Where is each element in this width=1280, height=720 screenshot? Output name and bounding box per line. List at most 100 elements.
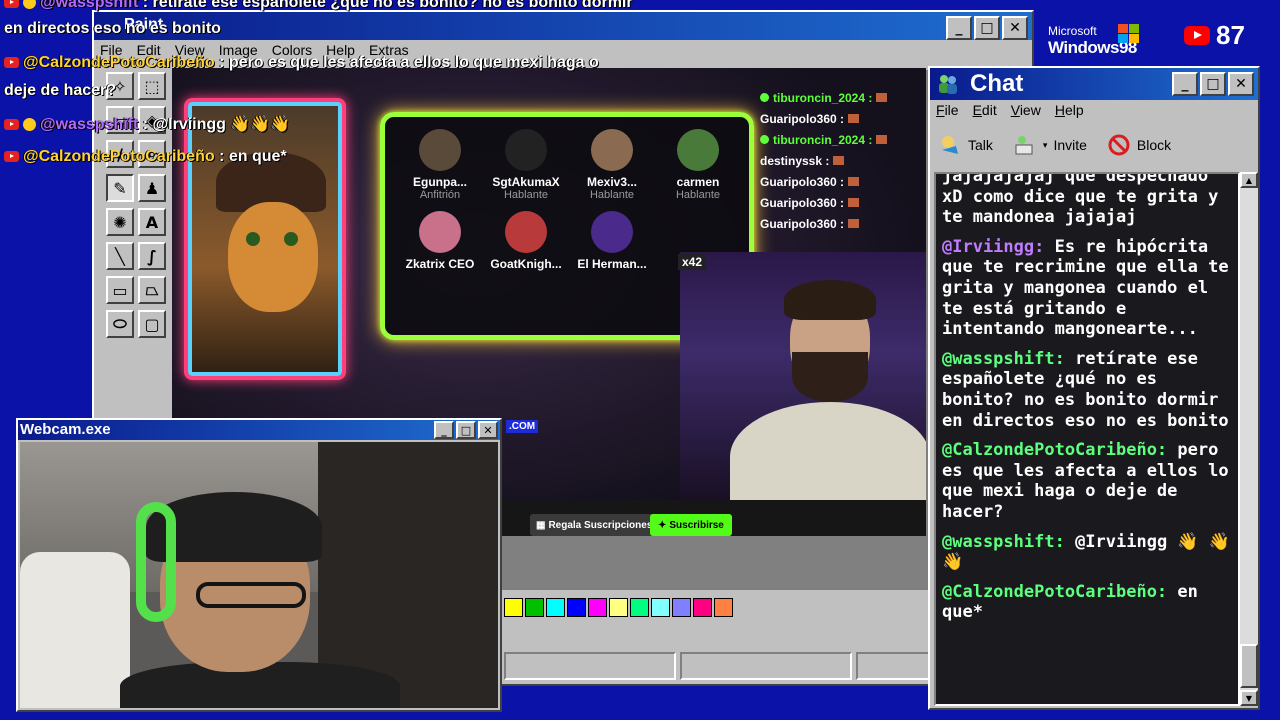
curve-icon[interactable]: ∫ [138, 242, 166, 270]
subscribe-button[interactable]: ✦ Suscribirse [650, 514, 732, 536]
speaker-tile[interactable]: El Herman... [569, 211, 655, 271]
scroll-up-icon[interactable]: ▲ [1240, 172, 1258, 188]
overlay-chat-line: @CalzondePotoCaribeño : en que* [4, 148, 287, 166]
palette-swatch[interactable] [546, 598, 565, 617]
minimize-button[interactable]: _ [1172, 72, 1198, 96]
viewer-count: 87 [1216, 20, 1245, 50]
rectangle-icon[interactable]: ▭ [106, 276, 134, 304]
minimize-button[interactable]: _ [946, 16, 972, 40]
paint-title-bar: Paint _ □ ✕ [94, 12, 1032, 40]
windows98-logo: Microsoft Windows98 [1048, 24, 1139, 58]
polygon-icon[interactable]: ⏢ [138, 276, 166, 304]
chat-message: @wasspshift: retírate ese españolete ¿qu… [942, 349, 1232, 431]
chat-messages: jajajajajaj que despechado xD como dice … [942, 174, 1232, 632]
block-icon [1108, 134, 1130, 156]
maximize-button[interactable]: □ [456, 421, 476, 439]
side-chat-line: Guaripolo360 : [760, 172, 926, 193]
overlay-text: en que* [228, 148, 287, 165]
live-dot-icon [760, 93, 769, 102]
gift-subs-button[interactable]: ▦ Regala Suscripciones [530, 514, 659, 536]
invite-button[interactable]: ▾ Invite [1013, 134, 1087, 156]
menu-help[interactable]: Help [1055, 102, 1084, 118]
palette-swatch[interactable] [714, 598, 733, 617]
speaker-avatar [419, 129, 461, 171]
chat-username[interactable]: @CalzondePotoCaribeño: [942, 582, 1167, 602]
mod-badge-icon [23, 118, 36, 132]
invite-icon [1015, 136, 1033, 155]
block-label: Block [1136, 137, 1172, 153]
maximize-button[interactable]: □ [1200, 72, 1226, 96]
chat-scrollbar[interactable]: ▲ ▼ [1240, 172, 1258, 706]
youtube-icon [4, 57, 19, 69]
palette-swatch[interactable] [693, 598, 712, 617]
chat-username[interactable]: @wasspshift: [942, 349, 1065, 369]
menu-edit[interactable]: Edit [973, 102, 997, 118]
speaker-role: Hablante [589, 189, 635, 201]
palette-swatch[interactable] [609, 598, 628, 617]
emote-icon [876, 93, 888, 102]
close-button[interactable]: ✕ [1228, 72, 1254, 96]
pencil-icon[interactable]: ✎ [106, 174, 134, 202]
glasses [196, 582, 306, 608]
close-button[interactable]: ✕ [1002, 16, 1028, 40]
speaker-tile[interactable]: GoatKnigh... [483, 211, 569, 271]
emote-icon [848, 219, 860, 228]
chat-message-pane[interactable]: jajajajajaj que despechado xD como dice … [934, 172, 1240, 706]
talk-label: Talk [968, 137, 993, 153]
side-chat-line: tiburoncin_2024 : [760, 88, 926, 109]
rounded-rect-icon[interactable]: ▢ [138, 310, 166, 338]
palette-swatch[interactable] [651, 598, 670, 617]
overlay-chat-line: @wasspshift : retírate ese españolete ¿q… [4, 0, 633, 12]
emote-icon [876, 135, 888, 144]
speaker-tile[interactable]: Mexiv3... Hablante [569, 129, 655, 201]
speaker-tile[interactable]: Egunpa... Anfitrión [397, 129, 483, 201]
maximize-button[interactable]: □ [974, 16, 1000, 40]
chat-username[interactable]: @CalzondePotoCaribeño: [942, 440, 1167, 460]
speaker-avatar [591, 211, 633, 253]
menu-view[interactable]: View [1011, 102, 1041, 118]
gaming-chair [20, 552, 130, 708]
minimize-button[interactable]: _ [434, 421, 454, 439]
talk-button[interactable]: Talk [938, 134, 993, 156]
emote-icon [848, 114, 860, 123]
ellipse-icon[interactable]: ⬭ [106, 310, 134, 338]
palette-swatch[interactable] [630, 598, 649, 617]
stream-side-chat: tiburoncin_2024 : Guaripolo360 : tiburonci… [760, 88, 926, 235]
close-button[interactable]: ✕ [478, 421, 498, 439]
speaker-tile[interactable]: carmen Hablante [655, 129, 741, 201]
rect-select-icon[interactable]: ⬚ [138, 72, 166, 100]
chat-username[interactable]: @Irviingg: [942, 237, 1044, 257]
speaker-tile[interactable]: Zkatrix CEO [397, 211, 483, 271]
invite-dropdown-icon: ▾ [1042, 139, 1048, 150]
speaker-avatar [677, 129, 719, 171]
emote-icon [833, 156, 845, 165]
palette-swatch[interactable] [567, 598, 586, 617]
chat-username[interactable]: @wasspshift: [942, 532, 1065, 552]
text-icon[interactable]: A [138, 208, 166, 236]
palette-swatch[interactable] [672, 598, 691, 617]
palette-swatch[interactable] [525, 598, 544, 617]
line-icon[interactable]: ╲ [106, 242, 134, 270]
overlay-text: deje de hacer? [4, 82, 117, 99]
brush-icon[interactable]: ♟ [138, 174, 166, 202]
side-chat-user: Guaripolo360 : [760, 217, 845, 231]
status-cell [680, 652, 852, 680]
scroll-thumb[interactable] [1240, 644, 1258, 688]
webcam-title: Webcam.exe [20, 421, 111, 438]
chat-toolbar: Talk ▾ Invite Block [938, 130, 1171, 160]
overlay-text: pero es que les afecta a ellos lo que me… [228, 54, 599, 71]
chat-window: Chat _ □ ✕ File Edit View Help Talk ▾ In… [928, 66, 1260, 710]
youtube-icon [4, 0, 19, 9]
palette-swatch[interactable] [588, 598, 607, 617]
site-tag: .COM [506, 420, 539, 433]
scroll-down-icon[interactable]: ▼ [1240, 690, 1258, 706]
block-button[interactable]: Block [1107, 134, 1171, 156]
airbrush-icon[interactable]: ✺ [106, 208, 134, 236]
menu-file[interactable]: File [936, 102, 959, 118]
speaker-name: Zkatrix CEO [405, 257, 475, 271]
streamer-beard [792, 352, 868, 402]
side-chat-line: Guaripolo360 : [760, 109, 926, 130]
palette-swatch[interactable] [504, 598, 523, 617]
webcam-window: Webcam.exe _ □ ✕ [16, 418, 502, 712]
speaker-tile[interactable]: SgtAkumaX Hablante [483, 129, 569, 201]
